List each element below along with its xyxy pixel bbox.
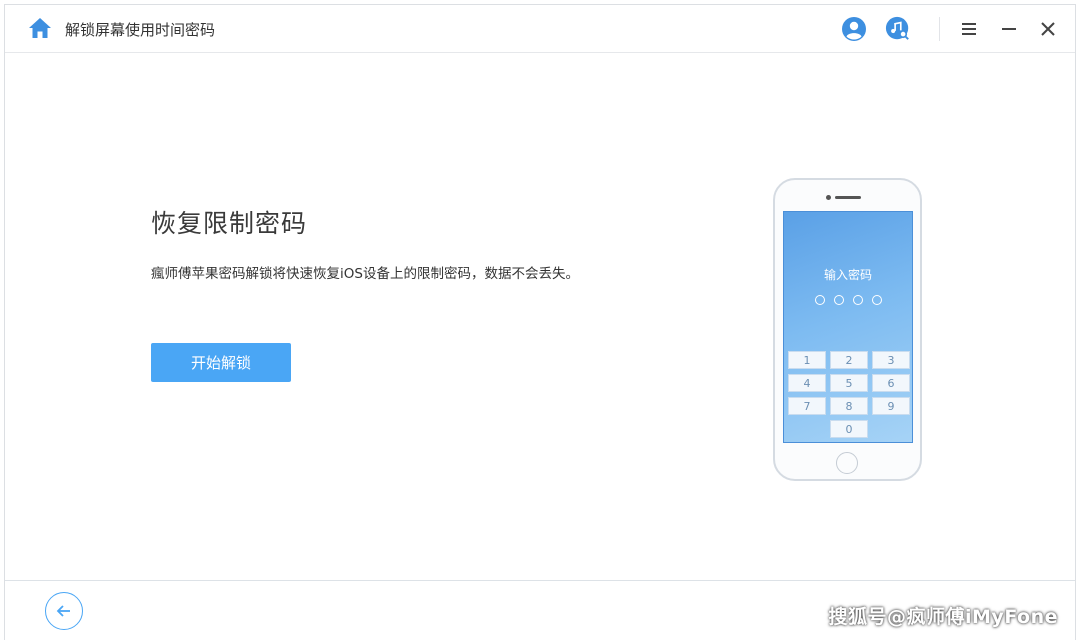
minimize-icon[interactable] — [996, 16, 1022, 42]
key-9: 9 — [872, 397, 910, 415]
phone-camera — [826, 195, 831, 200]
key-3: 3 — [872, 351, 910, 369]
start-unlock-button[interactable]: 开始解锁 — [151, 343, 291, 382]
key-0: 0 — [830, 420, 868, 438]
phone-screen: 输入密码 1 2 3 4 5 6 7 8 9 0 — [783, 211, 913, 443]
phone-illustration: 输入密码 1 2 3 4 5 6 7 8 9 0 — [773, 178, 922, 481]
watermark: 搜狐号@疯师傅iMyFone — [828, 606, 1058, 628]
arrow-left-icon — [56, 605, 70, 617]
titlebar-separator — [939, 17, 940, 41]
account-icon[interactable] — [841, 16, 867, 42]
key-5: 5 — [830, 374, 868, 392]
phone-home-button — [836, 452, 858, 474]
menu-icon[interactable] — [956, 16, 982, 42]
back-button[interactable] — [45, 592, 83, 630]
passcode-dot — [814, 295, 825, 305]
key-7: 7 — [788, 397, 826, 415]
app-window: 解锁屏幕使用时间密码 恢复限制密码 瘋师傅苹果密码解锁将快速恢复iOS设备上的限… — [4, 4, 1076, 640]
app-title: 解锁屏幕使用时间密码 — [65, 21, 216, 39]
title-bar: 解锁屏幕使用时间密码 — [5, 5, 1075, 53]
page-title: 恢复限制密码 — [151, 209, 308, 238]
phone-speaker — [835, 196, 861, 199]
passcode-dot — [852, 295, 863, 305]
key-8: 8 — [830, 397, 868, 415]
key-1: 1 — [788, 351, 826, 369]
home-icon[interactable] — [27, 15, 53, 41]
passcode-dot — [871, 295, 882, 305]
passcode-dot — [833, 295, 844, 305]
key-4: 4 — [788, 374, 826, 392]
passcode-dots — [784, 295, 912, 305]
key-6: 6 — [872, 374, 910, 392]
close-icon[interactable] — [1035, 16, 1061, 42]
passcode-prompt: 输入密码 — [823, 268, 872, 282]
description-text: 瘋师傅苹果密码解锁将快速恢复iOS设备上的限制密码，数据不会丢失。 — [151, 266, 579, 282]
key-2: 2 — [830, 351, 868, 369]
music-search-icon[interactable] — [885, 16, 911, 42]
main-content: 恢复限制密码 瘋师傅苹果密码解锁将快速恢复iOS设备上的限制密码，数据不会丢失。… — [5, 53, 1075, 580]
